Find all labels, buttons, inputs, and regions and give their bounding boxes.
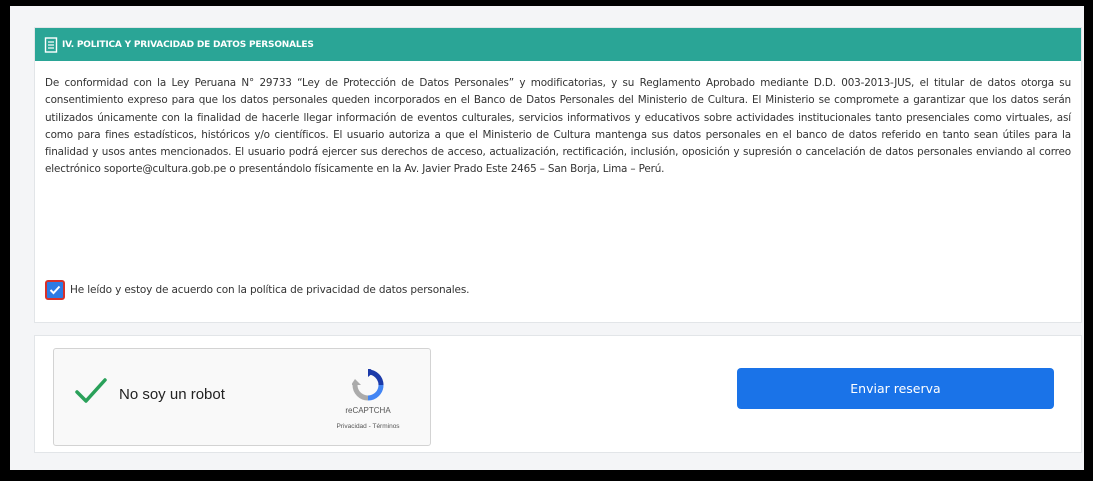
document-icon: [44, 36, 58, 53]
privacy-link[interactable]: Privacidad: [336, 423, 366, 430]
send-reservation-button[interactable]: Enviar reserva: [737, 368, 1054, 409]
privacy-card-body: De conformidad con la Ley Peruana N° 297…: [35, 61, 1081, 179]
recaptcha-brand: reCAPTCHA: [345, 406, 391, 415]
recaptcha-checkbox[interactable]: [74, 377, 108, 405]
recaptcha-logo-icon: [351, 367, 384, 401]
recaptcha-links: Privacidad - Términos: [316, 423, 420, 430]
privacy-section-title: IV. POLITICA Y PRIVACIDAD DE DATOS PERSO…: [62, 39, 314, 50]
terms-link[interactable]: Términos: [372, 423, 399, 430]
privacy-policy-card: IV. POLITICA Y PRIVACIDAD DE DATOS PERSO…: [34, 27, 1082, 323]
recaptcha-label: No soy un robot: [119, 386, 225, 403]
green-checkmark-icon: [75, 378, 107, 403]
consent-checkbox[interactable]: [45, 280, 65, 300]
page-frame: IV. POLITICA Y PRIVACIDAD DE DATOS PERSO…: [10, 6, 1084, 470]
policy-text: De conformidad con la Ley Peruana N° 297…: [45, 77, 1071, 176]
recaptcha-widget: No soy un robot reCAPTCHA Privacidad - T…: [53, 348, 431, 446]
consent-row[interactable]: He leído y estoy de acuerdo con la polít…: [45, 280, 469, 300]
privacy-card-header: IV. POLITICA Y PRIVACIDAD DE DATOS PERSO…: [35, 28, 1081, 61]
submit-card: No soy un robot reCAPTCHA Privacidad - T…: [34, 335, 1082, 453]
consent-label: He leído y estoy de acuerdo con la polít…: [70, 284, 470, 296]
checkmark-icon: [49, 285, 61, 295]
